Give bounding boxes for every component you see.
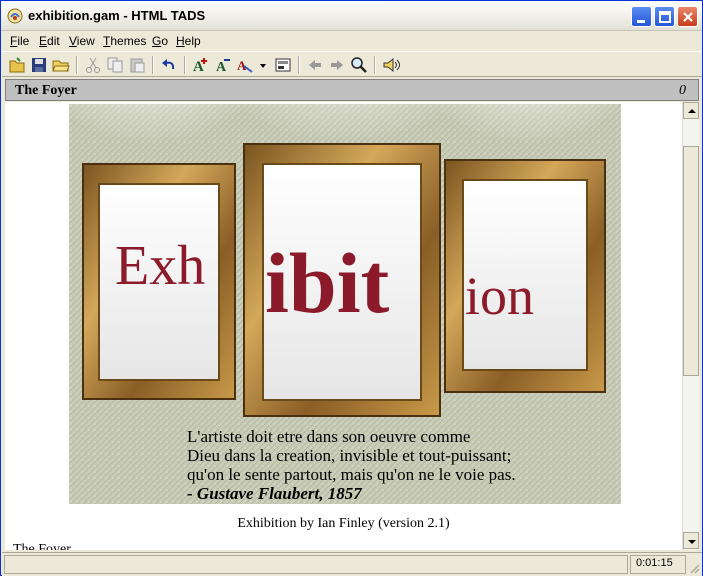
- status-message-panel: [4, 555, 628, 574]
- svg-text:A: A: [237, 58, 247, 73]
- maximize-button[interactable]: [654, 6, 675, 27]
- color-icon[interactable]: A: [236, 56, 254, 74]
- toolbar-separator: [76, 56, 78, 74]
- undo-icon[interactable]: [160, 56, 178, 74]
- dropdown-icon[interactable]: [258, 56, 268, 74]
- toolbar-separator: [298, 56, 300, 74]
- scroll-up-button[interactable]: [683, 102, 699, 119]
- title-bar[interactable]: exhibition.gam - HTML TADS: [1, 1, 702, 31]
- quote-attribution: - Gustave Flaubert, 1857: [187, 484, 363, 503]
- menu-bar: File Edit View Themes Go Help: [2, 31, 702, 51]
- maximize-icon: [659, 11, 671, 23]
- arrow-up-icon: [688, 109, 696, 113]
- scroll-thumb[interactable]: [683, 146, 699, 376]
- minimize-icon: [637, 20, 645, 23]
- svg-text:A: A: [216, 60, 227, 74]
- quote-line-3: qu'on le sente partout, mais qu'on ne le…: [187, 465, 516, 484]
- font-smaller-icon[interactable]: A: [214, 56, 232, 74]
- open-folder-icon[interactable]: [52, 56, 70, 74]
- toolbar-separator: [184, 56, 186, 74]
- game-credit: Exhibition by Ian Finley (version 2.1): [237, 516, 450, 531]
- close-icon: [683, 12, 693, 22]
- elapsed-timer: 0:01:15: [636, 557, 673, 569]
- open-icon[interactable]: [8, 56, 26, 74]
- scroll-down-button[interactable]: [683, 532, 699, 549]
- tads-app-icon: [7, 8, 23, 24]
- menu-view[interactable]: View: [69, 34, 95, 48]
- find-icon[interactable]: [350, 56, 368, 74]
- copy-icon[interactable]: [106, 56, 124, 74]
- menu-go[interactable]: Go: [152, 34, 168, 48]
- menu-edit[interactable]: Edit: [39, 34, 60, 48]
- save-icon[interactable]: [30, 56, 48, 74]
- toolbar: A A A: [2, 51, 702, 77]
- partial-room-heading: The Foyer: [13, 542, 71, 550]
- close-button[interactable]: [677, 6, 698, 27]
- status-bar: 0:01:15: [2, 552, 702, 576]
- vertical-scrollbar[interactable]: [682, 102, 699, 550]
- minimize-button[interactable]: [631, 6, 652, 27]
- menu-file[interactable]: File: [10, 34, 29, 48]
- resize-grip-icon[interactable]: [688, 562, 700, 574]
- game-text-area[interactable]: Exh ibit ion L'artiste doit etre dans so…: [5, 102, 682, 550]
- app-window: exhibition.gam - HTML TADS File Edit Vie…: [0, 0, 703, 576]
- sound-icon[interactable]: [382, 56, 400, 74]
- toolbar-separator: [152, 56, 154, 74]
- room-name: The Foyer: [15, 83, 77, 98]
- font-larger-icon[interactable]: A: [192, 56, 210, 74]
- options-icon[interactable]: [274, 56, 292, 74]
- window-title: exhibition.gam - HTML TADS: [28, 8, 206, 23]
- arrow-down-icon: [688, 540, 696, 544]
- back-icon[interactable]: [306, 56, 324, 74]
- banner-word-part-2: ibit: [265, 235, 390, 331]
- menu-themes[interactable]: Themes: [103, 34, 146, 48]
- exhibition-banner-image: Exh ibit ion L'artiste doit etre dans so…: [69, 104, 621, 504]
- menu-help[interactable]: Help: [176, 34, 201, 48]
- banner-word-part-1: Exh: [115, 235, 205, 297]
- quote-line-2: Dieu dans la creation, invisible et tout…: [187, 446, 511, 465]
- cut-icon[interactable]: [84, 56, 102, 74]
- banner-word-part-3: ion: [465, 266, 534, 326]
- game-status-line: The Foyer 0: [5, 79, 699, 101]
- score-value: 0: [679, 83, 686, 98]
- quote-line-1: L'artiste doit etre dans son oeuvre comm…: [187, 427, 470, 446]
- paste-icon[interactable]: [128, 56, 146, 74]
- toolbar-separator: [374, 56, 376, 74]
- forward-icon[interactable]: [328, 56, 346, 74]
